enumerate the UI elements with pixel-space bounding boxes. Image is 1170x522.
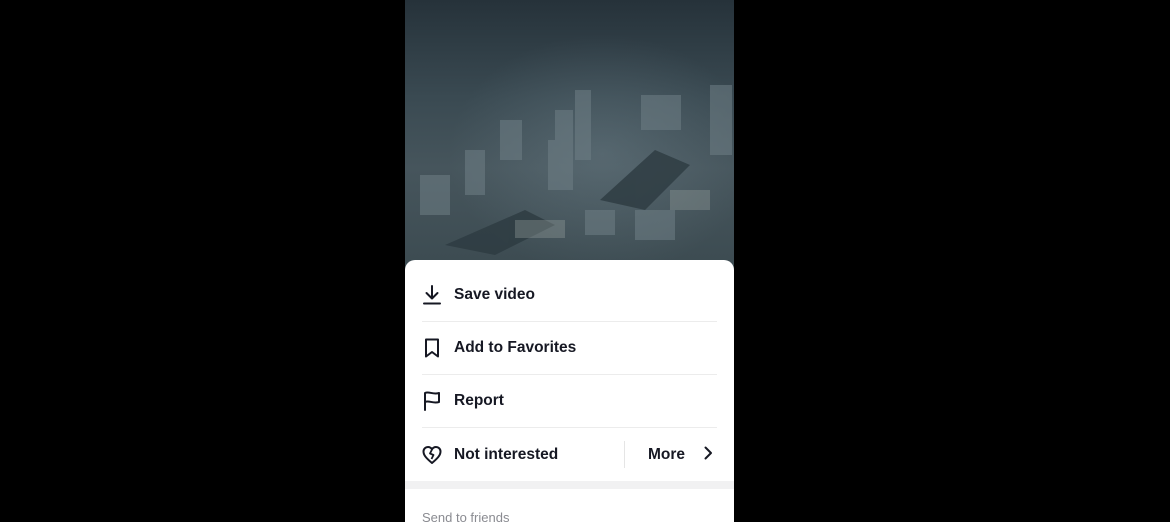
add-to-favorites-label: Add to Favorites	[454, 339, 577, 356]
more-label: More	[648, 446, 686, 463]
not-interested-item[interactable]: Not interested	[422, 428, 622, 481]
video-preview[interactable]	[405, 0, 734, 280]
send-to-friends-heading: Send to friends	[422, 510, 510, 522]
save-video-item[interactable]: Save video	[422, 269, 717, 322]
bookmark-icon	[422, 337, 442, 359]
broken-heart-icon	[422, 444, 442, 466]
not-interested-label: Not interested	[454, 445, 559, 463]
phone-frame: Save video Add to Favorites Report Not i…	[405, 0, 734, 522]
add-to-favorites-item[interactable]: Add to Favorites	[422, 322, 717, 375]
report-label: Report	[454, 392, 504, 409]
download-icon	[422, 284, 442, 306]
more-button[interactable]: More	[648, 442, 713, 468]
section-separator	[405, 481, 734, 489]
report-item[interactable]: Report	[422, 375, 717, 428]
flag-icon	[422, 390, 442, 412]
city-aerial-image	[420, 85, 732, 255]
vertical-divider	[624, 441, 625, 468]
save-video-label: Save video	[454, 286, 535, 303]
chevron-right-icon	[703, 446, 713, 465]
